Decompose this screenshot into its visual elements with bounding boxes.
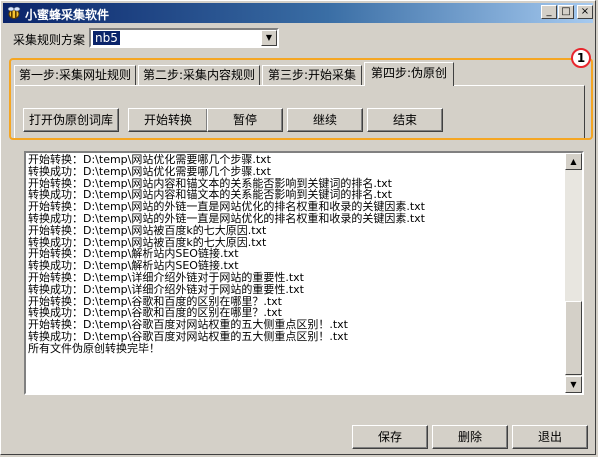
scheme-select[interactable]: nb5 ▼ [89, 28, 279, 48]
exit-button[interactable]: 退出 [512, 425, 588, 449]
scroll-thumb[interactable] [565, 301, 582, 375]
continue-button[interactable]: 继续 [287, 108, 363, 132]
tab-url-rules[interactable]: 第一步:采集网址规则 [14, 65, 136, 85]
window-title: 小蜜蜂采集软件 [25, 8, 110, 22]
log-line: 转换成功：D:\temp\网站优化需要哪几个步骤.txt [28, 164, 271, 178]
chevron-down-icon[interactable]: ▼ [261, 30, 277, 46]
close-button[interactable]: × [577, 5, 593, 19]
scheme-label: 采集规则方案 [13, 33, 86, 47]
minimize-button[interactable]: _ [541, 5, 557, 19]
log-lines: 开始转换：D:\temp\网站优化需要哪几个步骤.txt 转换成功：D:\temp… [28, 154, 563, 355]
scheme-value: nb5 [93, 31, 120, 45]
bee-app-icon [7, 6, 21, 19]
start-convert-button[interactable]: 开始转换 [128, 108, 208, 132]
pause-button[interactable]: 暂停 [207, 108, 283, 132]
log-line: 转换成功：D:\temp\网站的外链一直是网站优化的排名权重和收录的关键因素.t… [28, 211, 425, 225]
tab-content-rules[interactable]: 第二步:采集内容规则 [138, 65, 260, 85]
maximize-button[interactable]: □ [558, 5, 574, 19]
log-line: 开始转换：D:\temp\详细介绍外链对于网站的重要性.txt [28, 270, 304, 284]
tab-start-collect[interactable]: 第三步:开始采集 [262, 65, 362, 85]
log-line: 开始转换：D:\temp\网站被百度k的七大原因.txt [28, 223, 267, 237]
vertical-scrollbar[interactable]: ▲ ▼ [565, 153, 582, 393]
end-button[interactable]: 结束 [367, 108, 443, 132]
save-button[interactable]: 保存 [352, 425, 428, 449]
log-line: 转换成功：D:\temp\谷歌百度对网站权重的五大侧重点区别！.txt [28, 329, 348, 343]
tab-pseudo-original[interactable]: 第四步:伪原创 [364, 62, 454, 86]
scroll-up-icon[interactable]: ▲ [565, 153, 582, 170]
title-bar: 小蜜蜂采集软件 _ □ × [3, 3, 593, 23]
annotation-badge: 1 [571, 48, 591, 68]
log-line: 所有文件伪原创转换完毕！ [28, 341, 160, 355]
scroll-down-icon[interactable]: ▼ [565, 376, 582, 393]
open-lexicon-button[interactable]: 打开伪原创词库 [23, 108, 119, 132]
delete-button[interactable]: 删除 [432, 425, 508, 449]
log-line: 转换成功：D:\temp\详细介绍外链对于网站的重要性.txt [28, 282, 304, 296]
log-output[interactable]: 开始转换：D:\temp\网站优化需要哪几个步骤.txt 转换成功：D:\temp… [24, 151, 584, 395]
app-window: 小蜜蜂采集软件 _ □ × 采集规则方案 nb5 ▼ 第一步:采集网址规则 第二… [0, 0, 596, 455]
